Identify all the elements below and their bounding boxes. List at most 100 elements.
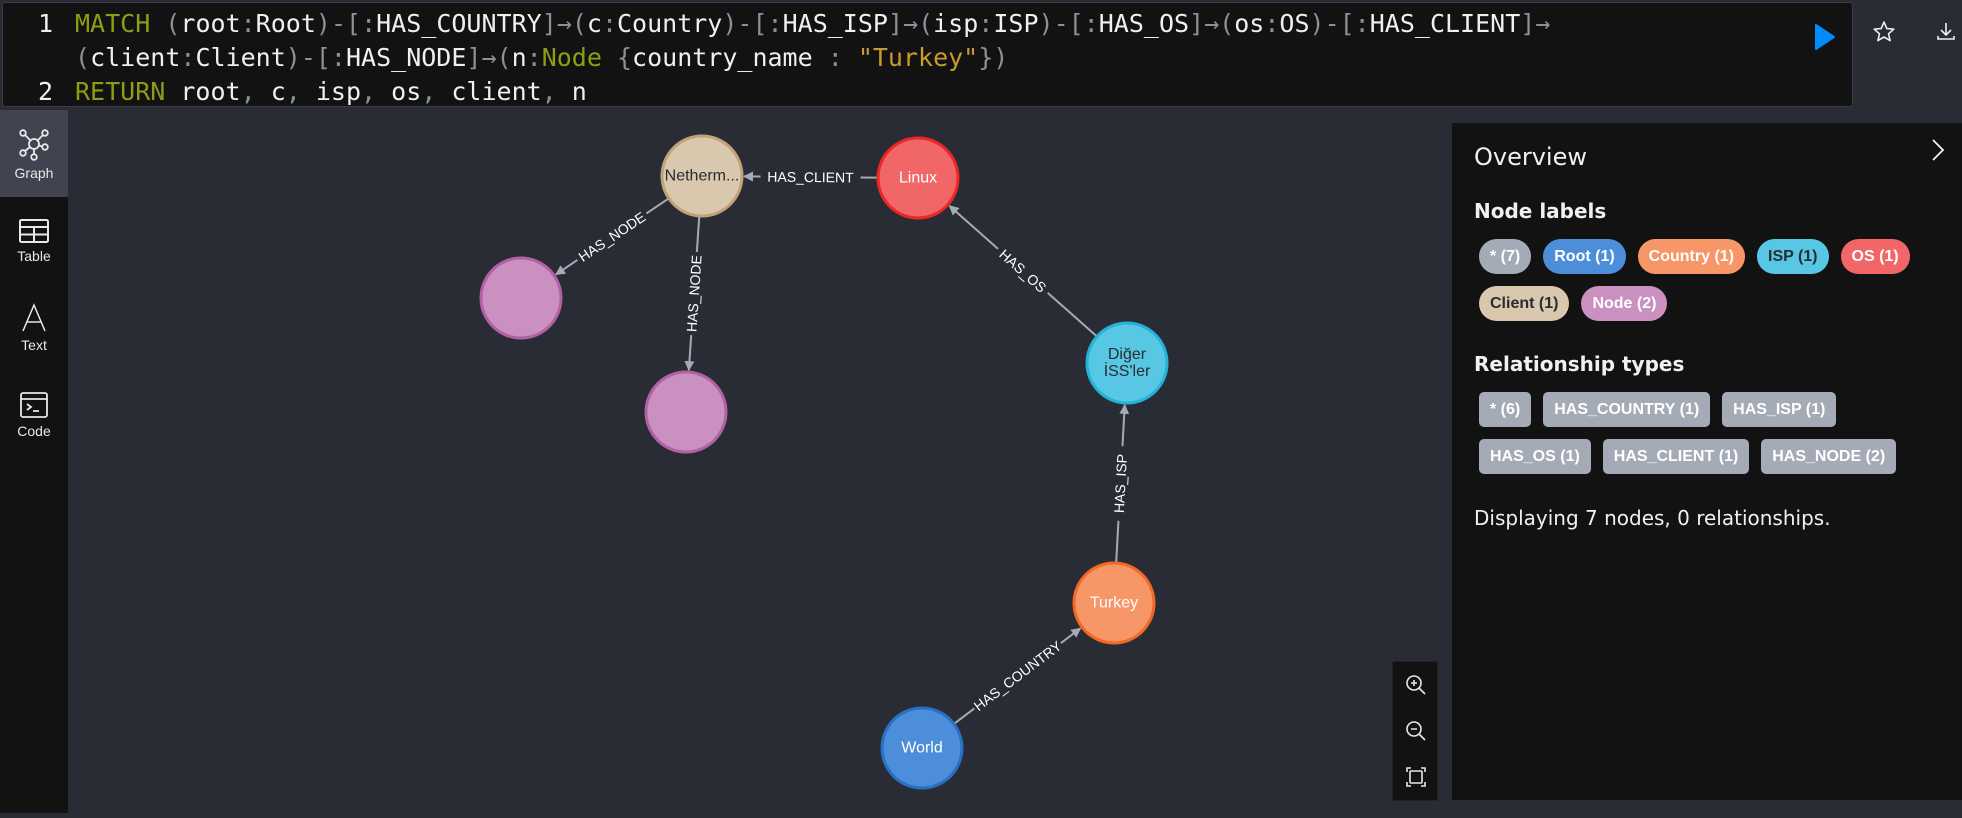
run-query-button[interactable] [1813,23,1837,51]
overview-title: Overview [1474,143,1587,171]
relationship-edge[interactable]: HAS_CLIENT [744,169,877,186]
node-caption: İSS'ler [1104,361,1151,380]
query-token: : [1355,9,1370,38]
edge-line[interactable] [689,335,691,370]
collapse-panel-button[interactable] [1928,137,1948,163]
relationship-edge[interactable]: HAS_OS [949,206,1096,336]
relationship-type-chip[interactable]: HAS_NODE (2) [1761,439,1896,474]
relationship-edge[interactable]: HAS_COUNTRY [955,628,1081,723]
query-token: isp [301,77,361,106]
overview-panel: Overview Node labels * (7)Root (1)Countr… [1452,123,1962,800]
node-label-chip[interactable]: Node (2) [1581,286,1667,321]
edge-line[interactable] [1116,521,1118,562]
edge-line[interactable] [955,708,975,723]
query-token: ]→ [542,9,572,38]
query-token: ) [1039,9,1054,38]
relationship-type-chip[interactable]: HAS_OS (1) [1479,439,1591,474]
graph-node-os[interactable]: Linux [878,138,958,218]
query-token: ) [1310,9,1325,38]
edge-type-label: HAS_NODE [683,255,704,333]
query-token: { [617,43,632,72]
relationship-edge[interactable]: HAS_ISP [1111,405,1130,562]
relationship-type-chip[interactable]: HAS_ISP (1) [1722,392,1836,427]
query-token: country_name [632,43,813,72]
zoom-in-button[interactable] [1393,662,1439,708]
favorite-button[interactable] [1870,18,1898,46]
edge-line[interactable] [646,199,668,214]
edge-line[interactable] [697,217,699,252]
graph-svg[interactable]: HAS_COUNTRY HAS_ISP HAS_OS HAS_CLIENT HAS_NO… [68,110,1452,813]
edge-line[interactable] [1061,628,1081,643]
query-token: , [542,77,557,106]
node-circle[interactable] [646,372,726,452]
query-token: -[ [301,43,331,72]
node-label-chip[interactable]: Country (1) [1638,239,1745,274]
query-token: HAS_NODE [346,43,466,72]
download-button[interactable] [1932,18,1960,46]
relationship-type-chip[interactable]: HAS_CLIENT (1) [1603,439,1749,474]
node-label-chip[interactable]: * (7) [1479,239,1531,274]
query-token: -[ [331,9,361,38]
fit-to-screen-button[interactable] [1393,754,1439,800]
graph-node-root[interactable]: World [882,708,962,788]
query-token: os [376,77,421,106]
node-label-chip[interactable]: Root (1) [1543,239,1625,274]
relationship-edge[interactable]: HAS_NODE [683,217,704,370]
edge-line[interactable] [949,206,998,249]
node-label-chip[interactable]: ISP (1) [1757,239,1829,274]
line-number: 1 [3,7,75,41]
sidebar-item-label: Graph [15,165,54,181]
node-label-chip[interactable]: OS (1) [1841,239,1910,274]
code-icon [19,391,49,419]
graph-canvas[interactable]: HAS_COUNTRY HAS_ISP HAS_OS HAS_CLIENT HAS_NO… [68,110,1452,813]
sidebar-item-text[interactable]: Text [0,284,68,371]
relationship-type-chip[interactable]: * (6) [1479,392,1531,427]
graph-node-node[interactable] [646,372,726,452]
relationship-edge[interactable]: HAS_NODE [556,199,668,275]
edge-line[interactable] [556,260,578,275]
query-token: ( [918,9,933,38]
query-token: : [813,43,858,72]
chevron-right-icon [1928,137,1948,163]
editor-line-2: 2RETURN root, c, isp, os, client, n [3,75,587,109]
query-token: : [978,9,993,38]
query-token: c [256,77,286,106]
query-token: ) [286,43,301,72]
query-token: Country [617,9,722,38]
relationship-type-chip[interactable]: HAS_COUNTRY (1) [1543,392,1710,427]
node-caption: Turkey [1090,595,1138,612]
edge-line[interactable] [1048,293,1097,336]
query-token [602,43,617,72]
edge-line[interactable] [1122,405,1124,446]
query-token: : [241,9,256,38]
sidebar-item-table[interactable]: Table [0,197,68,284]
query-editor[interactable]: 1MATCH (root:Root)-[:HAS_COUNTRY]→(c:Cou… [2,2,1853,107]
sidebar-item-code[interactable]: Code [0,371,68,458]
query-token: HAS_ISP [783,9,888,38]
sidebar-item-graph[interactable]: Graph [0,110,68,197]
query-token: HAS_OS [1099,9,1189,38]
zoom-in-icon [1405,674,1427,696]
download-icon [1932,18,1960,46]
query-token: ( [1219,9,1234,38]
graph-node-node[interactable] [481,258,561,338]
query-token: ISP [993,9,1038,38]
query-token: ( [165,9,180,38]
query-token: HAS_COUNTRY [376,9,542,38]
query-token: }) [978,43,1008,72]
query-token: , [361,77,376,106]
query-token: : [180,43,195,72]
node-labels-list: * (7) Root (1) Country (1) ISP (1) OS (1) Cli… [1479,239,1949,321]
zoom-out-button[interactable] [1393,708,1439,754]
query-token: Root [256,9,316,38]
graph-node-isp[interactable]: DiğerİSS'ler [1087,323,1167,403]
query-token: ( [572,9,587,38]
edge-type-label: HAS_NODE [576,209,649,265]
graph-node-country[interactable]: Turkey [1074,563,1154,643]
graph-node-client[interactable]: Netherm... [662,136,742,216]
star-icon [1870,18,1898,46]
query-token: : [331,43,346,72]
node-circle[interactable] [481,258,561,338]
node-label-chip[interactable]: Client (1) [1479,286,1569,321]
query-token: c [587,9,602,38]
